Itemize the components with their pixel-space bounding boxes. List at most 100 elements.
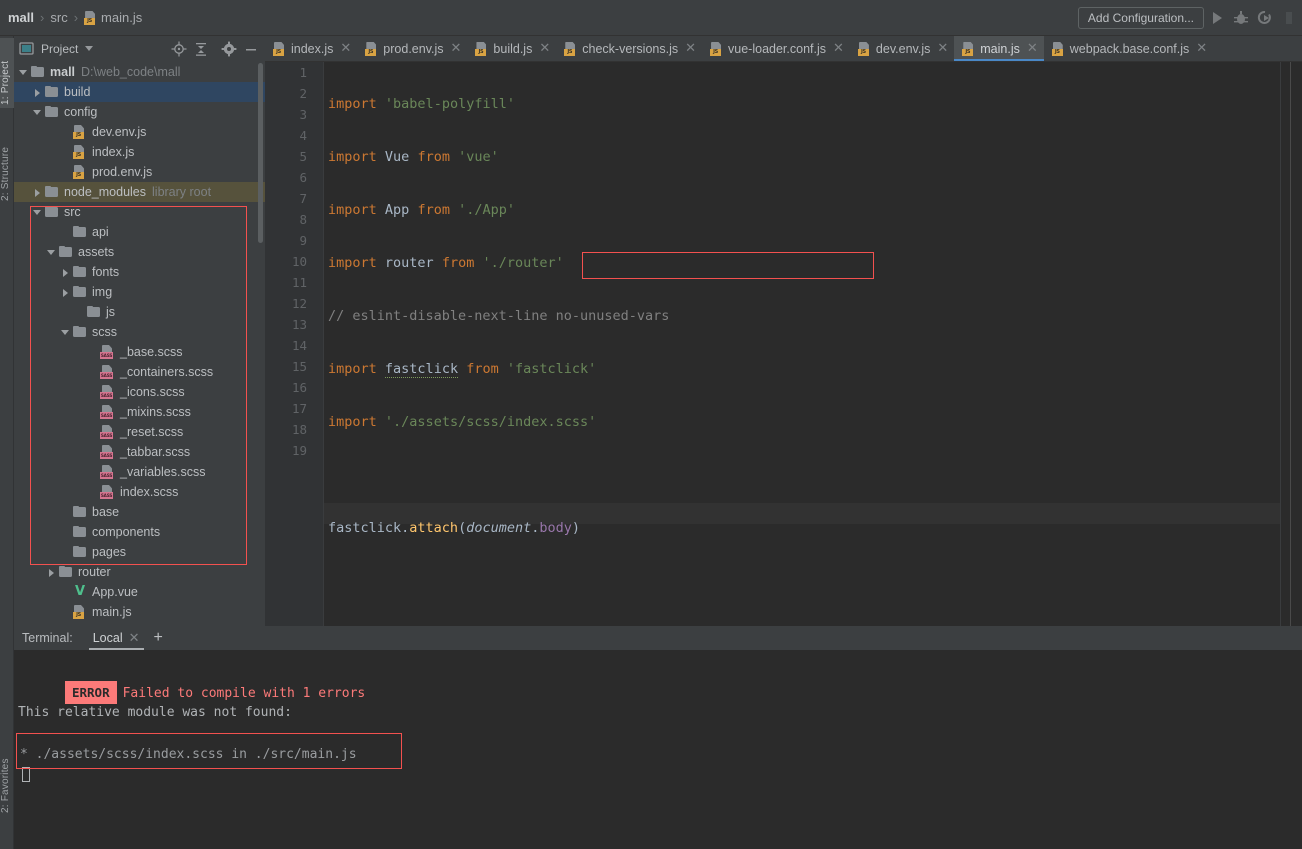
tree-node-label: build (64, 85, 91, 99)
tree-node-dev-env-js[interactable]: dev.env.js (14, 122, 265, 142)
tree-node-components[interactable]: components (14, 522, 265, 542)
tree-node-api[interactable]: api (14, 222, 265, 242)
chevron-right-icon[interactable] (60, 287, 71, 298)
tree-node--base-scss[interactable]: _base.scss (14, 342, 265, 362)
close-icon[interactable]: ✕ (683, 42, 696, 55)
tree-node--mixins-scss[interactable]: _mixins.scss (14, 402, 265, 422)
tree-node--containers-scss[interactable]: _containers.scss (14, 362, 265, 382)
chevron-down-icon[interactable] (32, 107, 43, 118)
settings-gear-icon[interactable] (221, 41, 238, 58)
locate-icon[interactable] (171, 41, 188, 58)
tree-node-node-modules[interactable]: node_modules library root (14, 182, 265, 202)
run-with-coverage-icon[interactable] (1254, 7, 1276, 29)
chevron-down-icon[interactable] (83, 41, 100, 58)
close-icon[interactable]: ✕ (1025, 42, 1038, 55)
editor-tab-prod-env-js[interactable]: prod.env.js ✕ (357, 36, 467, 61)
run-icon[interactable] (1206, 7, 1228, 29)
editor-tab-index-js[interactable]: index.js ✕ (265, 36, 357, 61)
tree-node-js[interactable]: js (14, 302, 265, 322)
code-content[interactable]: import 'babel-polyfill' import Vue from … (323, 62, 1280, 626)
breadcrumb-file[interactable]: main.js (101, 10, 142, 25)
tree-node-app-vue[interactable]: V App.vue (14, 582, 265, 602)
tree-node-pages[interactable]: pages (14, 542, 265, 562)
project-file-tree[interactable]: mall D:\web_code\mallbuild config dev.env.j… (14, 62, 265, 626)
add-configuration-button[interactable]: Add Configuration... (1077, 6, 1204, 29)
error-badge: ERROR (64, 681, 117, 704)
tree-node--tabbar-scss[interactable]: _tabbar.scss (14, 442, 265, 462)
chevron-down-icon[interactable] (60, 327, 71, 338)
left-tool-window-strip: 1: Project 2: Structure 2: Favorites (0, 36, 14, 849)
editor-tab-bar[interactable]: index.js✕prod.env.js✕build.js✕check-vers… (265, 36, 1302, 62)
terminal-scrollbar[interactable] (1290, 650, 1302, 849)
tool-tab-project[interactable]: 1: Project (0, 38, 14, 108)
chevron-right-icon[interactable] (60, 267, 71, 278)
more-actions-icon[interactable] (1278, 7, 1300, 29)
tree-node-mall[interactable]: mall D:\web_code\mall (14, 62, 265, 82)
js-file-icon (857, 42, 871, 56)
breadcrumb-folder[interactable]: src (50, 10, 67, 25)
tree-node-hint: library root (152, 185, 212, 199)
editor-tab-build-js[interactable]: build.js ✕ (467, 36, 556, 61)
vue-file-icon: V (74, 584, 86, 599)
tree-node-build[interactable]: build (14, 82, 265, 102)
chevron-right-icon[interactable] (46, 567, 57, 578)
chevron-down-icon[interactable] (18, 67, 29, 78)
tool-tab-structure[interactable]: 2: Structure (0, 124, 14, 204)
tree-node-src[interactable]: src (14, 202, 265, 222)
debug-icon[interactable] (1230, 7, 1252, 29)
tree-node-label: index.scss (120, 485, 179, 499)
close-icon[interactable]: ✕ (1194, 42, 1207, 55)
chevron-down-icon[interactable] (32, 207, 43, 218)
tree-node-router[interactable]: router (14, 562, 265, 582)
editor-tab-vue-loader-conf-js[interactable]: vue-loader.conf.js ✕ (702, 36, 850, 61)
collapse-all-icon[interactable] (193, 41, 210, 58)
chevron-right-icon[interactable] (32, 187, 43, 198)
tree-node-label: components (92, 525, 161, 539)
close-icon[interactable]: ✕ (935, 42, 948, 55)
folder-icon (73, 546, 87, 558)
tree-node--icons-scss[interactable]: _icons.scss (14, 382, 265, 402)
js-file-icon (84, 11, 97, 25)
editor-tab-webpack-base-conf-js[interactable]: webpack.base.conf.js ✕ (1044, 36, 1213, 61)
editor-scrollbar[interactable] (1280, 62, 1302, 626)
code-editor[interactable]: 1 2 3 4 5 6 7 8 9 10 11 12 13 14 15 16 17 18 19 import 'ba… (265, 62, 1302, 626)
editor-tab-label: vue-loader.conf.js (728, 41, 827, 56)
editor-tab-main-js[interactable]: main.js ✕ (954, 36, 1044, 61)
line-number: 19 (291, 443, 307, 458)
editor-tab-dev-env-js[interactable]: dev.env.js ✕ (850, 36, 954, 61)
new-terminal-tab-button[interactable]: + (146, 630, 171, 646)
tree-node--reset-scss[interactable]: _reset.scss (14, 422, 265, 442)
tree-node-scss[interactable]: scss (14, 322, 265, 342)
tree-node-prod-env-js[interactable]: prod.env.js (14, 162, 265, 182)
tree-node-index-js[interactable]: index.js (14, 142, 265, 162)
tree-node--variables-scss[interactable]: _variables.scss (14, 462, 265, 482)
line-number: 3 (299, 107, 307, 122)
line-number: 14 (291, 338, 307, 353)
tree-node-index-scss[interactable]: index.scss (14, 482, 265, 502)
close-icon[interactable]: ✕ (537, 42, 550, 55)
tree-node-img[interactable]: img (14, 282, 265, 302)
tree-node-main-js[interactable]: main.js (14, 602, 265, 622)
terminal-tab-local[interactable]: Local ✕ (87, 626, 146, 650)
breadcrumb-project[interactable]: mall (8, 10, 34, 25)
close-icon[interactable]: ✕ (831, 42, 844, 55)
close-icon[interactable]: ✕ (129, 631, 140, 644)
tree-node-config[interactable]: config (14, 102, 265, 122)
close-icon[interactable]: ✕ (338, 42, 351, 55)
tree-node-fonts[interactable]: fonts (14, 262, 265, 282)
tool-tab-favorites[interactable]: 2: Favorites (0, 736, 14, 816)
editor-tab-check-versions-js[interactable]: check-versions.js ✕ (556, 36, 702, 61)
tree-node-assets[interactable]: assets (14, 242, 265, 262)
chevron-right-icon[interactable] (32, 87, 43, 98)
close-icon[interactable]: ✕ (449, 42, 462, 55)
folder-icon (45, 106, 59, 118)
hide-panel-icon[interactable] (243, 41, 260, 58)
editor-tab-label: webpack.base.conf.js (1069, 41, 1190, 56)
js-file-icon (273, 42, 286, 56)
terminal-output[interactable]: ERROR Failed to compile with 1 errors Thi… (14, 650, 1302, 849)
chevron-down-icon[interactable] (46, 247, 57, 258)
js-file-icon (1051, 42, 1065, 56)
tree-scrollbar[interactable] (258, 63, 263, 243)
tree-node-base[interactable]: base (14, 502, 265, 522)
